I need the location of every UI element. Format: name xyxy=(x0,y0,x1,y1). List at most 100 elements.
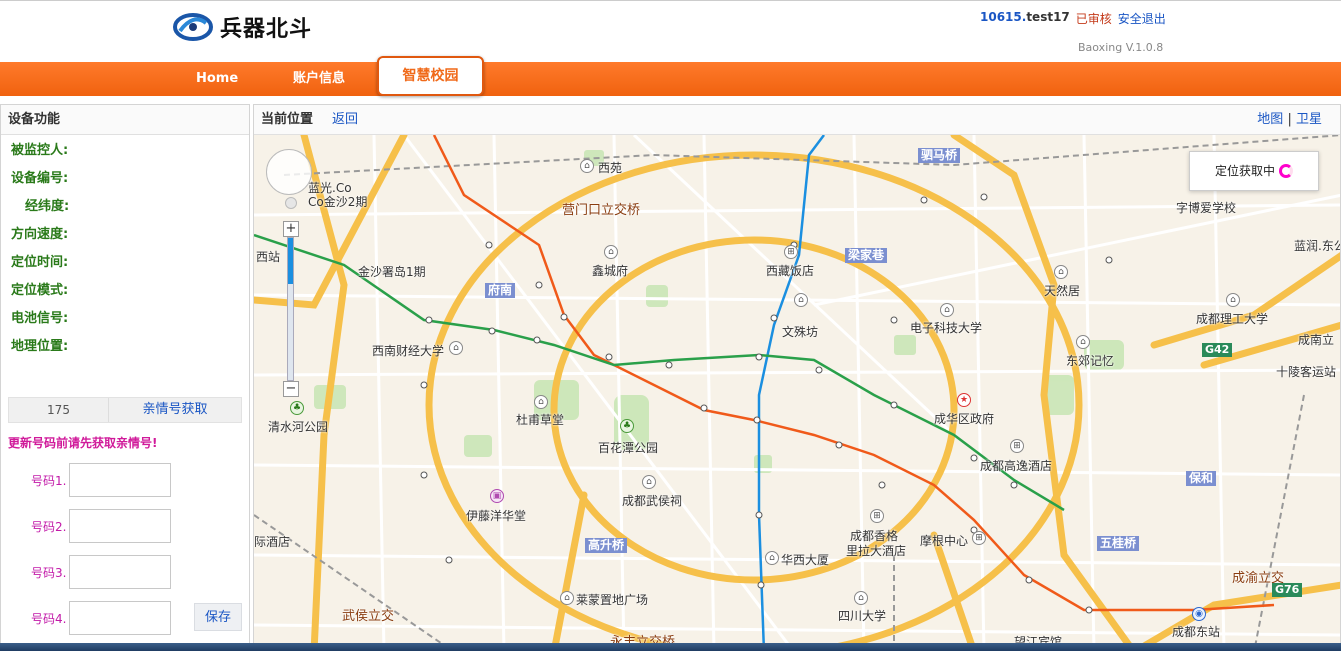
road-tag-wuguiqiao: 五桂桥 xyxy=(1097,536,1140,551)
map-label-chenghua: 成华区政府 xyxy=(934,412,995,426)
map-label-baihua: 百花潭公园 xyxy=(598,441,659,455)
number-label-2: 号码2. xyxy=(31,520,67,534)
number-input-4[interactable] xyxy=(69,601,171,635)
number-row-4: 号码4. 保存 xyxy=(1,601,251,635)
zoom-level-fill xyxy=(288,238,293,284)
user-name: test17 xyxy=(1026,10,1070,24)
number-input-3[interactable] xyxy=(69,555,171,589)
map-label-gaoyi: 成都高逸酒店 xyxy=(980,459,1053,473)
number-input-1[interactable] xyxy=(69,463,171,497)
zoom-slider[interactable] xyxy=(287,237,294,381)
temple-icon: ⌂ xyxy=(794,293,808,307)
brand-name: 兵器北斗 xyxy=(220,17,313,42)
fetch-family-number-button[interactable]: 亲情号获取 xyxy=(109,398,241,422)
map-type-map[interactable]: 地图 xyxy=(1257,112,1283,127)
map-label-sichuan: 四川大学 xyxy=(838,609,887,623)
road-tag-baohe: 保和 xyxy=(1186,471,1217,486)
map-label-dufu: 杜甫草堂 xyxy=(516,413,565,427)
field-location-mode: 定位模式: xyxy=(11,283,69,298)
road-tag-gaosheng: 高升桥 xyxy=(585,538,628,553)
map-panel: 当前位置 返回 地图 | 卫星 ⌂ 西苑 营门口立交桥 ⌂ 鑫城府 ⊞ 西藏饭店… xyxy=(253,104,1341,651)
map-label-dongjiao: 东郊记忆 xyxy=(1066,354,1115,368)
map-label-laifu: 莱蒙置地广场 xyxy=(576,593,649,607)
nav-account-info[interactable]: 账户信息 xyxy=(293,62,345,96)
user-status: 已审核 xyxy=(1075,12,1112,26)
school-icon: ⌂ xyxy=(940,303,954,317)
nav-smart-campus[interactable]: 智慧校园 xyxy=(377,56,484,96)
map-label-chengnan: 成南立 xyxy=(1298,333,1335,347)
brand-logo-icon xyxy=(173,13,213,41)
pan-control[interactable] xyxy=(266,149,312,195)
map-type-switch: 地图 | 卫星 xyxy=(1257,105,1322,135)
scenic-icon: ⌂ xyxy=(534,395,548,409)
park-icon: ♣ xyxy=(620,419,634,433)
zoom-in-button[interactable]: + xyxy=(283,221,299,237)
locating-status: 定位获取中 xyxy=(1189,151,1319,191)
park-icon: ⌂ xyxy=(1076,335,1090,349)
map-label-xiangge2: 里拉大酒店 xyxy=(846,544,907,558)
locate-dot-icon[interactable] xyxy=(285,197,297,209)
field-location-time: 定位时间: xyxy=(11,255,69,270)
road-tag-funan: 府南 xyxy=(485,283,516,298)
map-label-wenshu: 文殊坊 xyxy=(782,325,819,339)
device-function-panel: 设备功能 被监控人: 设备编号: 经纬度: 方向速度: 定位时间: 定位模式: … xyxy=(0,104,250,651)
map-label-xinan: 西南财经大学 xyxy=(372,344,445,358)
road-tag-simaqiao: 驷马桥 xyxy=(918,148,961,163)
highway-tag-g76: G76 xyxy=(1272,583,1303,597)
highway-tag-g42: G42 xyxy=(1202,343,1233,357)
nav-home[interactable]: Home xyxy=(196,62,238,96)
number-row-1: 号码1. xyxy=(1,463,251,497)
family-number-row: 175 亲情号获取 xyxy=(8,397,242,423)
field-monitored-person: 被监控人: xyxy=(11,143,69,158)
save-button[interactable]: 保存 xyxy=(194,603,242,631)
government-icon: ★ xyxy=(957,393,971,407)
map-label-dianzi: 电子科技大学 xyxy=(910,321,983,335)
map-label-tianran: 天然居 xyxy=(1044,284,1081,298)
map-label-xizang: 西藏饭店 xyxy=(766,264,815,278)
number-label-3: 号码3. xyxy=(31,566,67,580)
map-label-mogen: 摩根中心 xyxy=(920,534,969,548)
temple-icon: ⌂ xyxy=(642,475,656,489)
road-tag-liangjia: 梁家巷 xyxy=(845,248,888,263)
park-icon: ⌂ xyxy=(580,159,594,173)
map-canvas[interactable]: ⌂ 西苑 营门口立交桥 ⌂ 鑫城府 ⊞ 西藏饭店 梁家巷 府南 ⌂ 文殊坊 ⌂ … xyxy=(254,135,1341,650)
park-icon: ♣ xyxy=(290,401,304,415)
field-coordinates: 经纬度: xyxy=(25,199,70,214)
map-label-lanco2: Co金沙2期 xyxy=(308,195,368,209)
user-info: 10615.test17 已审核 安全退出 xyxy=(980,10,1166,27)
map-label-dongzhan: 成都东站 xyxy=(1172,625,1221,639)
map-type-satellite[interactable]: 卫星 xyxy=(1296,112,1322,127)
os-taskbar xyxy=(0,643,1341,651)
map-label-wuhou: 成都武侯祠 xyxy=(622,494,683,508)
map-label-yitang: 伊藤洋华堂 xyxy=(466,509,527,523)
map-label-xiyuan: 西苑 xyxy=(598,161,623,175)
zoom-out-button[interactable]: − xyxy=(283,381,299,397)
map-label-ligong: 成都理工大学 xyxy=(1196,312,1269,326)
map-label-xincheng: 鑫城府 xyxy=(592,264,629,278)
number-input-2[interactable] xyxy=(69,509,171,543)
metro-icon: ◉ xyxy=(1192,607,1206,621)
number-label-1: 号码1. xyxy=(31,474,67,488)
building-icon: ⌂ xyxy=(560,591,574,605)
version-text: Baoxing V.1.0.8 xyxy=(1078,41,1164,54)
map-label-shilingdang: 十陵客运站 xyxy=(1276,365,1337,379)
header: 兵器北斗 10615.test17 已审核 安全退出 Baoxing V.1.0… xyxy=(0,0,1341,62)
logout-link[interactable]: 安全退出 xyxy=(1118,10,1166,27)
field-address: 地理位置: xyxy=(11,339,69,354)
map-label-yingmen: 营门口立交桥 xyxy=(562,203,641,218)
family-number-count: 175 xyxy=(9,398,109,422)
map-label-zihui: 字博爱学校 xyxy=(1176,201,1237,215)
map-type-separator: | xyxy=(1287,112,1292,127)
map-label-jinsha: 金沙署岛1期 xyxy=(358,265,426,279)
panel-title: 设备功能 xyxy=(1,105,249,135)
field-direction-speed: 方向速度: xyxy=(11,227,69,242)
school-icon: ⌂ xyxy=(1226,293,1240,307)
map-label-lanrun: 蓝润.东公 xyxy=(1294,239,1341,253)
field-device-id: 设备编号: xyxy=(11,171,69,186)
map-label-xijiudian: 际酒店 xyxy=(254,535,291,549)
map-label-qingshuihe: 清水河公园 xyxy=(268,420,329,434)
user-id: 10615. xyxy=(980,10,1027,24)
building-icon: ⌂ xyxy=(1054,265,1068,279)
back-link[interactable]: 返回 xyxy=(332,105,358,135)
number-row-3: 号码3. xyxy=(1,555,251,589)
